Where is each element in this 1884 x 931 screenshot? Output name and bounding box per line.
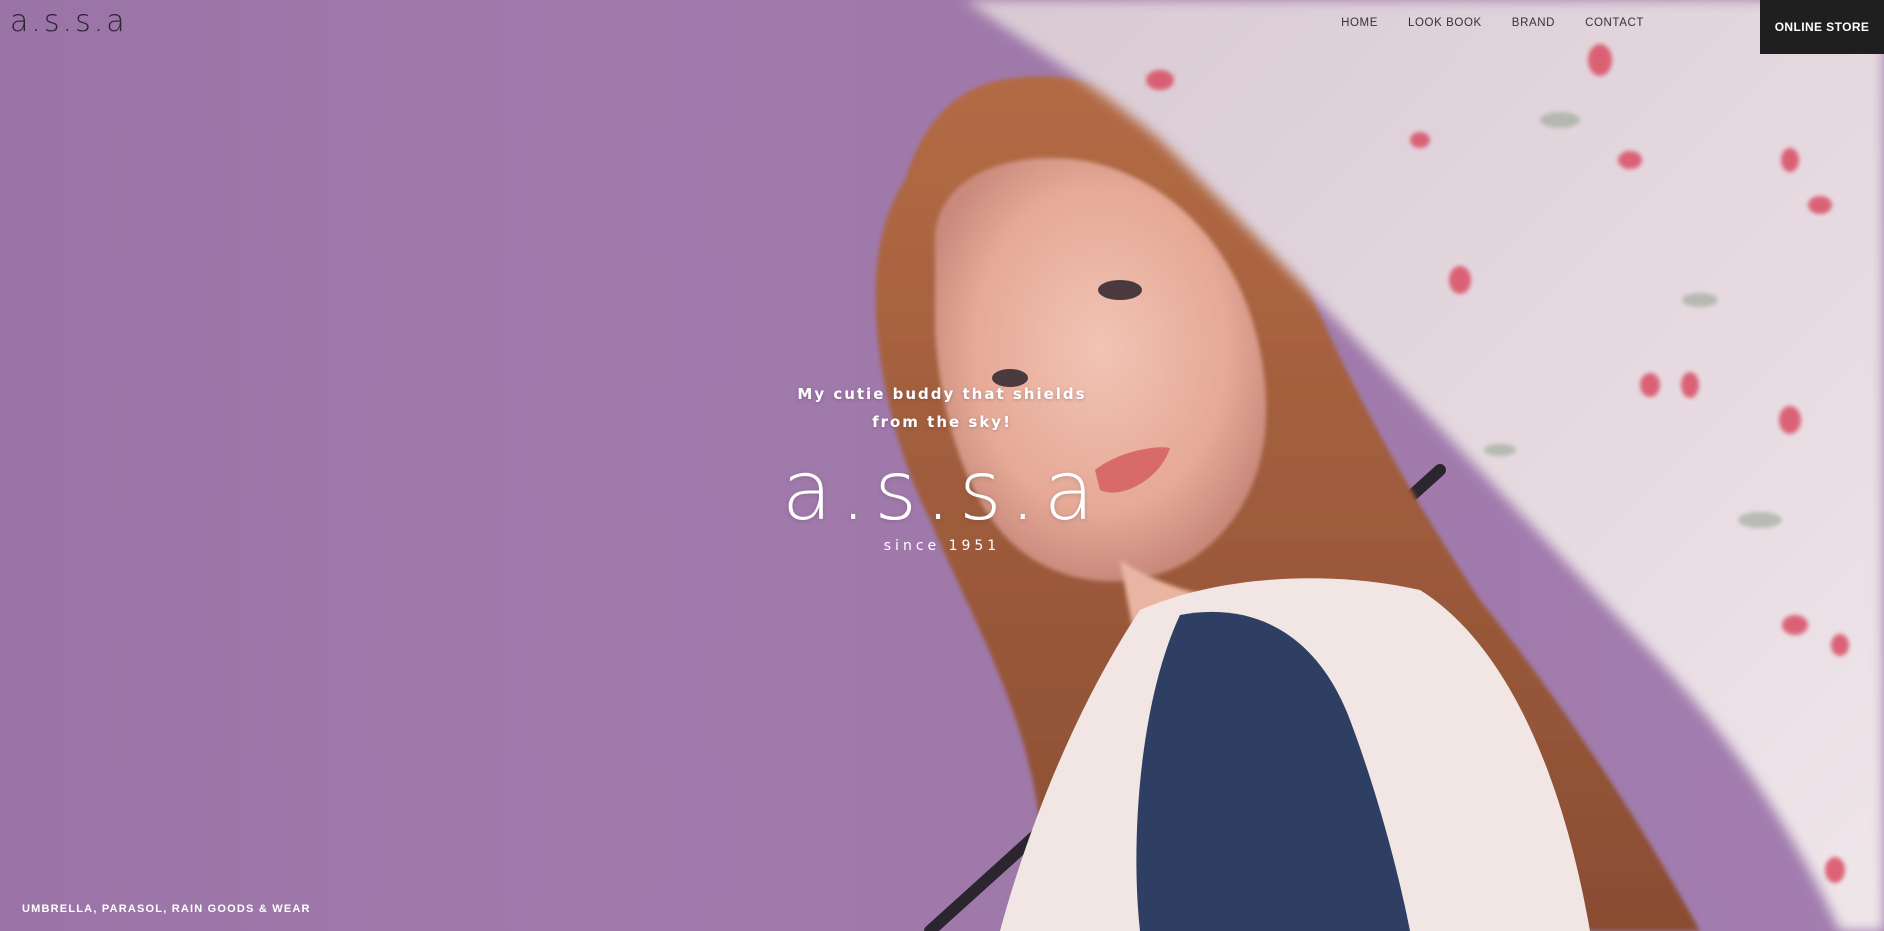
hero-brand-logo: a.s.s.a [781,444,1103,539]
hero-copy: My cutie buddy that shields from the sky… [742,380,1142,554]
site-logo[interactable]: a.s.s.a [10,4,128,39]
nav-lookbook-link[interactable]: LOOK BOOK [1408,17,1482,29]
hero-tagline-line2: from the sky! [872,413,1012,431]
hero-since-text: since 1951 [883,538,1001,554]
nav-contact-link[interactable]: CONTACT [1585,17,1644,29]
hero-tagline: My cutie buddy that shields from the sky… [792,380,1092,436]
nav-home-link[interactable]: HOME [1341,17,1378,29]
product-category-caption: UMBRELLA, PARASOL, RAIN GOODS & WEAR [22,903,311,915]
hero-tagline-line1: My cutie buddy that shields [797,385,1087,403]
hero-section: a.s.s.a HOME LOOK BOOK BRAND CONTACT ONL… [0,0,1884,931]
main-nav: HOME LOOK BOOK BRAND CONTACT [1341,0,1644,46]
online-store-button[interactable]: ONLINE STORE [1760,0,1884,54]
nav-brand-link[interactable]: BRAND [1512,17,1555,29]
